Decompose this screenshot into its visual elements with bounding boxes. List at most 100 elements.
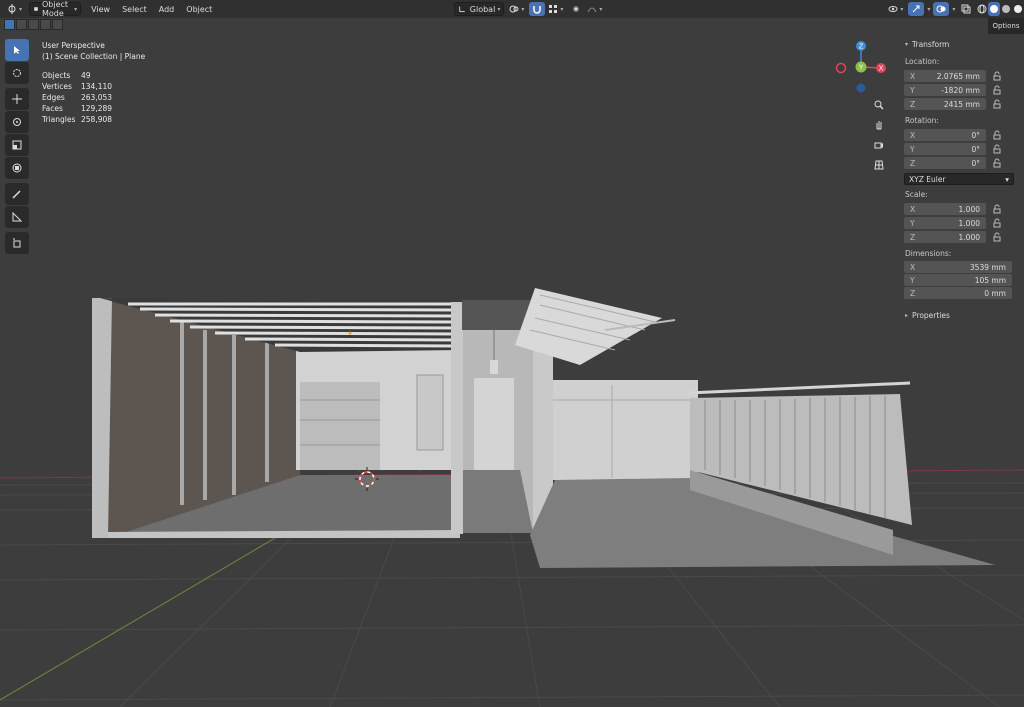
shading-wireframe[interactable]: [976, 2, 988, 16]
proportional-edit-toggle[interactable]: [568, 2, 584, 16]
lock-icon[interactable]: [992, 232, 1002, 242]
menu-select[interactable]: Select: [116, 5, 153, 14]
select-subtract-icon[interactable]: [28, 19, 39, 30]
scale-y-field[interactable]: Y 1.000: [904, 217, 986, 229]
scale-tool[interactable]: [5, 134, 29, 156]
dimensions-z-field[interactable]: Z0 mm: [904, 287, 1012, 299]
pan-button[interactable]: [870, 116, 888, 134]
lock-icon[interactable]: [992, 130, 1002, 140]
move-tool[interactable]: [5, 88, 29, 110]
tool-shelf: [5, 39, 31, 255]
select-intersect-icon[interactable]: [52, 19, 63, 30]
move-arrows-icon: [12, 94, 22, 104]
transform-icon: [12, 163, 22, 173]
rotation-y-field[interactable]: Y 0°: [904, 143, 986, 155]
select-extend-icon[interactable]: [16, 19, 27, 30]
options-button[interactable]: Options: [988, 18, 1024, 34]
shading-solid[interactable]: [988, 2, 1001, 16]
measure-tool[interactable]: [5, 206, 29, 228]
viewport-header: ▾ Object Mode ▾ View Select Add Object G…: [0, 0, 1024, 18]
scale-z-field[interactable]: Z 1.000: [904, 231, 986, 243]
scale-icon: [12, 140, 22, 150]
menu-object[interactable]: Object: [180, 5, 218, 14]
menu-view[interactable]: View: [85, 5, 116, 14]
stat-row: Objects 49: [42, 71, 91, 80]
rotate-tool[interactable]: [5, 111, 29, 133]
overlay-icon: [936, 5, 946, 13]
menu-add[interactable]: Add: [153, 5, 181, 14]
snap-toggle[interactable]: [529, 2, 546, 16]
solid-sphere-icon: [990, 5, 999, 13]
gizmo-arrow-icon: [913, 5, 920, 13]
hand-icon: [876, 121, 882, 130]
dimensions-label: Dimensions:: [905, 249, 952, 258]
lock-icon[interactable]: [992, 218, 1002, 228]
lock-icon[interactable]: [992, 99, 1002, 109]
lock-icon[interactable]: [992, 158, 1002, 168]
gizmo-y-label: Y: [858, 64, 864, 72]
material-sphere-icon: [1002, 5, 1011, 13]
pivot-point-button[interactable]: ▾: [506, 2, 527, 16]
transform-tool[interactable]: [5, 157, 29, 179]
cursor-arrow-icon: [14, 46, 20, 54]
perspective-toggle-button[interactable]: [870, 156, 888, 174]
rotation-label: Rotation:: [905, 116, 939, 125]
magnifier-icon: [874, 100, 884, 110]
shading-rendered[interactable]: [1012, 2, 1024, 16]
dimensions-x-field[interactable]: X 3539 mm: [904, 261, 1012, 273]
gizmo-x-negative: [835, 62, 847, 74]
chevron-down-icon: ▾: [521, 5, 525, 13]
rotation-x-field[interactable]: X 0°: [904, 129, 986, 141]
shading-material[interactable]: [1000, 2, 1012, 16]
building-model[interactable]: [92, 288, 995, 568]
eye-icon: [888, 6, 898, 12]
gizmo-toggle[interactable]: [908, 2, 925, 16]
location-y-field[interactable]: Y -1820 mm: [904, 84, 986, 96]
snap-target-button[interactable]: ▾: [545, 2, 566, 16]
transform-header[interactable]: ▾ Transform: [899, 36, 1019, 52]
chevron-down-icon[interactable]: ▾: [952, 6, 955, 13]
select-mode-group: [4, 19, 63, 30]
rotation-z-field[interactable]: Z 0°: [904, 157, 986, 169]
select-new-icon[interactable]: [4, 19, 15, 30]
scale-x-field[interactable]: X 1.000: [904, 203, 986, 215]
lock-icon[interactable]: [992, 85, 1002, 95]
chevron-down-icon: ▾: [74, 5, 78, 13]
falloff-button[interactable]: ▾: [584, 2, 605, 16]
annotate-tool[interactable]: [5, 183, 29, 205]
zoom-button[interactable]: [870, 96, 888, 114]
lock-icon[interactable]: [992, 204, 1002, 214]
camera-view-button[interactable]: [870, 136, 888, 154]
orientation-selector[interactable]: Global ▾: [454, 2, 505, 16]
navigation-buttons: [870, 96, 888, 176]
editor-type-button[interactable]: ▾: [4, 2, 25, 16]
add-cube-tool[interactable]: [5, 232, 29, 254]
rotation-mode-select[interactable]: XYZ Euler ▾: [904, 173, 1014, 185]
select-difference-icon[interactable]: [40, 19, 51, 30]
navigation-gizmo[interactable]: Z X Y: [832, 38, 892, 98]
pencil-icon: [12, 190, 21, 199]
proportional-icon: [573, 6, 580, 12]
dimensions-y-field[interactable]: Y 105 mm: [904, 274, 1012, 286]
location-x-field[interactable]: X 2.0765 mm: [904, 70, 986, 82]
origin-dot: [348, 331, 352, 335]
properties-header[interactable]: ▸ Properties: [899, 307, 1019, 323]
wireframe-sphere-icon: [977, 4, 987, 14]
collection-info: (1) Scene Collection | Plane: [42, 52, 146, 61]
mode-selector[interactable]: Object Mode ▾: [29, 0, 82, 18]
stat-row: Triangles 258,908: [42, 115, 113, 124]
location-z-field[interactable]: Z 2415 mm: [904, 98, 986, 110]
overlays-toggle[interactable]: [933, 2, 950, 16]
grid-perspective-icon: [874, 160, 884, 170]
falloff-curve-icon: [587, 7, 597, 13]
lock-icon[interactable]: [992, 144, 1002, 154]
visibility-button[interactable]: ▾: [885, 2, 906, 16]
y-axis-line: [0, 537, 276, 701]
xray-toggle[interactable]: [958, 2, 974, 16]
chevron-down-icon: ▾: [905, 40, 909, 48]
select-box-tool[interactable]: [5, 39, 29, 61]
cursor-tool[interactable]: [5, 62, 29, 84]
chevron-down-icon[interactable]: ▾: [927, 6, 930, 13]
magnet-icon: [533, 6, 542, 14]
lock-icon[interactable]: [992, 71, 1002, 81]
